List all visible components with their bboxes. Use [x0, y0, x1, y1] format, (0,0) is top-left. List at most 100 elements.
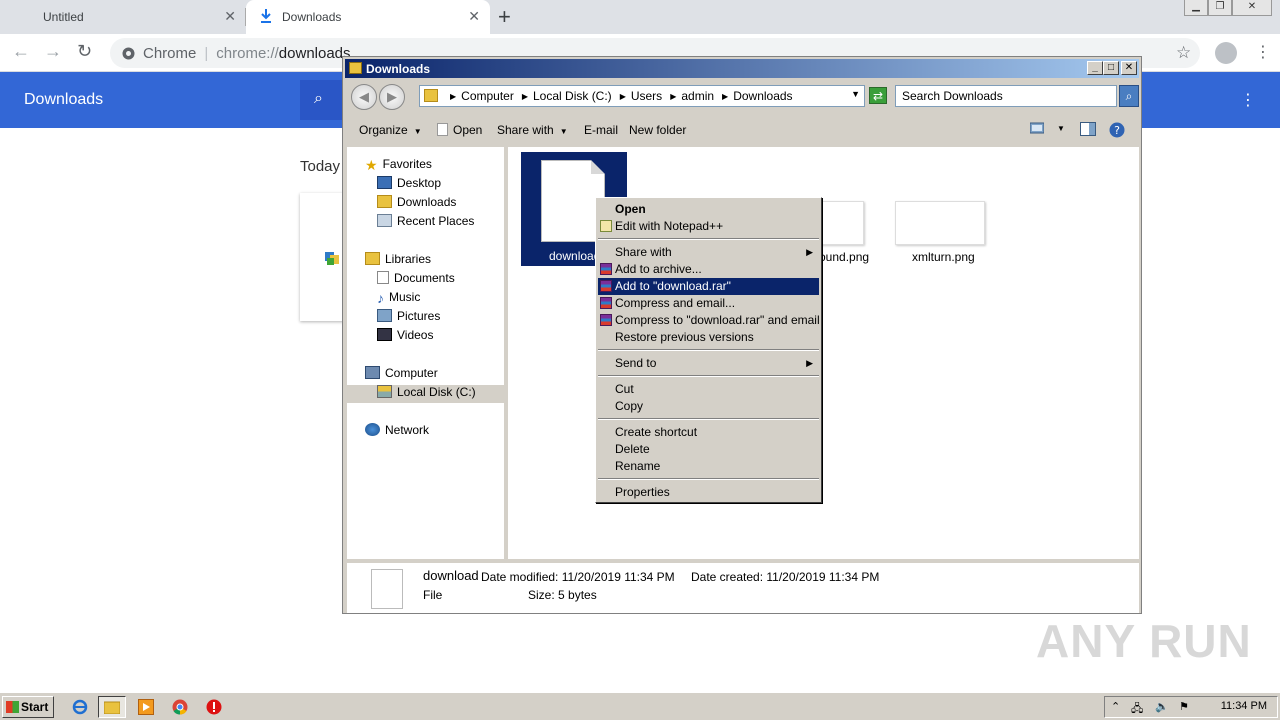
network-tray-icon[interactable]: 🖧	[1131, 700, 1143, 719]
chrome-icon[interactable]	[166, 696, 194, 718]
menu-item-share-with[interactable]: Share with ▶	[598, 244, 819, 261]
menu-item-add-rar[interactable]: Add to "download.rar"	[598, 278, 819, 295]
menu-item-rename[interactable]: Rename	[598, 458, 819, 475]
menu-item-restore[interactable]: Restore previous versions	[598, 329, 819, 346]
breadcrumb-downloads[interactable]: Downloads	[733, 89, 792, 103]
local-disk-icon	[377, 385, 392, 398]
downloads-search-button[interactable]: ⌕	[300, 80, 344, 120]
explorer-titlebar[interactable]: Downloads _ □ ✕	[345, 59, 1139, 78]
command-bar: Organize ▼ Open Share with ▼ E-mail New fo…	[347, 117, 1139, 145]
organize-button[interactable]: Organize ▼	[359, 123, 422, 137]
reload-icon[interactable]: ↻	[77, 41, 92, 62]
menu-item-create-shortcut[interactable]: Create shortcut	[598, 424, 819, 441]
nav-computer[interactable]: Computer	[365, 366, 438, 380]
minimize-icon[interactable]: _	[1087, 61, 1103, 75]
menu-separator	[598, 478, 819, 480]
tab-untitled[interactable]: Untitled ✕	[0, 0, 246, 34]
menu-item-compress-email[interactable]: Compress and email...	[598, 295, 819, 312]
internet-explorer-icon[interactable]	[66, 696, 94, 718]
breadcrumb-computer[interactable]: Computer	[461, 89, 514, 103]
file-explorer-icon[interactable]	[98, 696, 126, 718]
back-icon[interactable]: ←	[12, 41, 30, 62]
menu-item-edit-notepad[interactable]: Edit with Notepad++	[598, 218, 819, 235]
chevron-down-icon: ▼	[559, 127, 568, 136]
close-icon[interactable]: ✕	[1121, 61, 1137, 75]
nav-libraries[interactable]: Libraries	[365, 252, 431, 266]
nav-pictures[interactable]: Pictures	[377, 309, 440, 323]
close-window-icon[interactable]: ✕	[1232, 0, 1272, 16]
computer-icon	[365, 366, 380, 379]
nav-videos[interactable]: Videos	[377, 328, 433, 342]
details-file-name: download	[423, 568, 479, 583]
details-file-type: File	[423, 588, 443, 602]
menu-item-compress-rar-email[interactable]: Compress to "download.rar" and email	[598, 312, 820, 329]
help-icon[interactable]: ?	[1109, 122, 1125, 141]
breadcrumb-local-disk[interactable]: Local Disk (C:)	[533, 89, 612, 103]
menu-item-delete[interactable]: Delete	[598, 441, 819, 458]
clock[interactable]: 11:34 PM	[1221, 700, 1267, 712]
nav-label: Favorites	[382, 157, 432, 171]
more-options-icon[interactable]: ⋮	[1240, 90, 1256, 110]
close-icon[interactable]: ✕	[224, 8, 236, 25]
png-thumbnail[interactable]	[895, 201, 985, 245]
back-icon[interactable]: ◀	[351, 84, 377, 110]
search-icon: ⌕	[314, 90, 323, 107]
context-menu: Open Edit with Notepad++ Share with ▶ Add…	[595, 197, 822, 503]
chrome-menu-icon[interactable]: ⋮	[1255, 42, 1271, 62]
breadcrumb-users[interactable]: Users	[631, 89, 662, 103]
menu-item-cut[interactable]: Cut	[598, 381, 819, 398]
action-center-flag-icon[interactable]: ⚑	[1179, 700, 1189, 713]
chevron-down-icon[interactable]: ▼	[1057, 124, 1065, 133]
stop-icon[interactable]	[200, 696, 228, 718]
menu-item-add-archive[interactable]: Add to archive...	[598, 261, 819, 278]
forward-icon[interactable]: ▶	[379, 84, 405, 110]
share-with-button[interactable]: Share with ▼	[497, 123, 568, 137]
nav-label: Downloads	[397, 195, 457, 209]
menu-label: Compress and email...	[615, 296, 736, 310]
refresh-icon[interactable]: ⇄	[869, 87, 887, 104]
nav-desktop[interactable]: Desktop	[377, 176, 441, 190]
show-hidden-icons-icon[interactable]: ⌃	[1111, 700, 1120, 713]
chevron-right-icon: ▶	[806, 247, 813, 257]
nav-music[interactable]: ♪ Music	[377, 290, 420, 306]
email-button[interactable]: E-mail	[584, 123, 618, 137]
menu-item-open[interactable]: Open	[598, 201, 819, 218]
breadcrumb-admin[interactable]: admin	[681, 89, 714, 103]
menu-item-send-to[interactable]: Send to ▶	[598, 355, 819, 372]
bookmark-star-icon[interactable]: ☆	[1176, 43, 1191, 63]
profile-avatar[interactable]	[1215, 42, 1237, 64]
media-player-icon[interactable]	[132, 696, 160, 718]
menu-item-copy[interactable]: Copy	[598, 398, 819, 415]
close-icon[interactable]: ✕	[468, 8, 480, 25]
maximize-icon[interactable]: □	[1103, 61, 1119, 75]
volume-icon[interactable]: 🔈	[1155, 700, 1169, 713]
nav-local-disk[interactable]: Local Disk (C:)	[347, 385, 504, 403]
change-view-icon[interactable]	[1029, 122, 1045, 137]
nav-network[interactable]: Network	[365, 423, 429, 437]
search-input[interactable]: Search Downloads	[895, 85, 1117, 107]
menu-separator	[598, 375, 819, 377]
nav-favorites[interactable]: ★ Favorites	[365, 157, 432, 173]
winrar-icon	[600, 280, 612, 292]
tab-downloads[interactable]: Downloads ✕	[246, 0, 490, 34]
url-host: downloads	[278, 44, 351, 62]
new-folder-button[interactable]: New folder	[629, 123, 686, 137]
nav-recent-places[interactable]: Recent Places	[377, 214, 474, 228]
file-name[interactable]: ound.png	[819, 250, 869, 264]
forward-icon[interactable]: →	[44, 41, 62, 62]
preview-pane-icon[interactable]	[1080, 122, 1096, 139]
nav-label: Recent Places	[397, 214, 475, 228]
menu-item-properties[interactable]: Properties	[598, 484, 819, 501]
new-tab-button[interactable]: +	[498, 4, 511, 30]
minimize-icon[interactable]: ▁	[1184, 0, 1208, 16]
chevron-down-icon: ▼	[413, 127, 422, 136]
start-button[interactable]: Start	[2, 696, 54, 718]
address-bar[interactable]: ▶ Computer ▶ Local Disk (C:) ▶ Users ▶ admin…	[419, 85, 865, 107]
file-name[interactable]: xmlturn.png	[912, 250, 975, 264]
search-icon[interactable]: ⌕	[1119, 85, 1139, 107]
restore-icon[interactable]: ❐	[1208, 0, 1232, 16]
open-button[interactable]: Open	[437, 123, 482, 137]
chevron-down-icon[interactable]: ▼	[851, 89, 860, 99]
nav-documents[interactable]: Documents	[377, 271, 455, 285]
nav-downloads[interactable]: Downloads	[377, 195, 456, 209]
